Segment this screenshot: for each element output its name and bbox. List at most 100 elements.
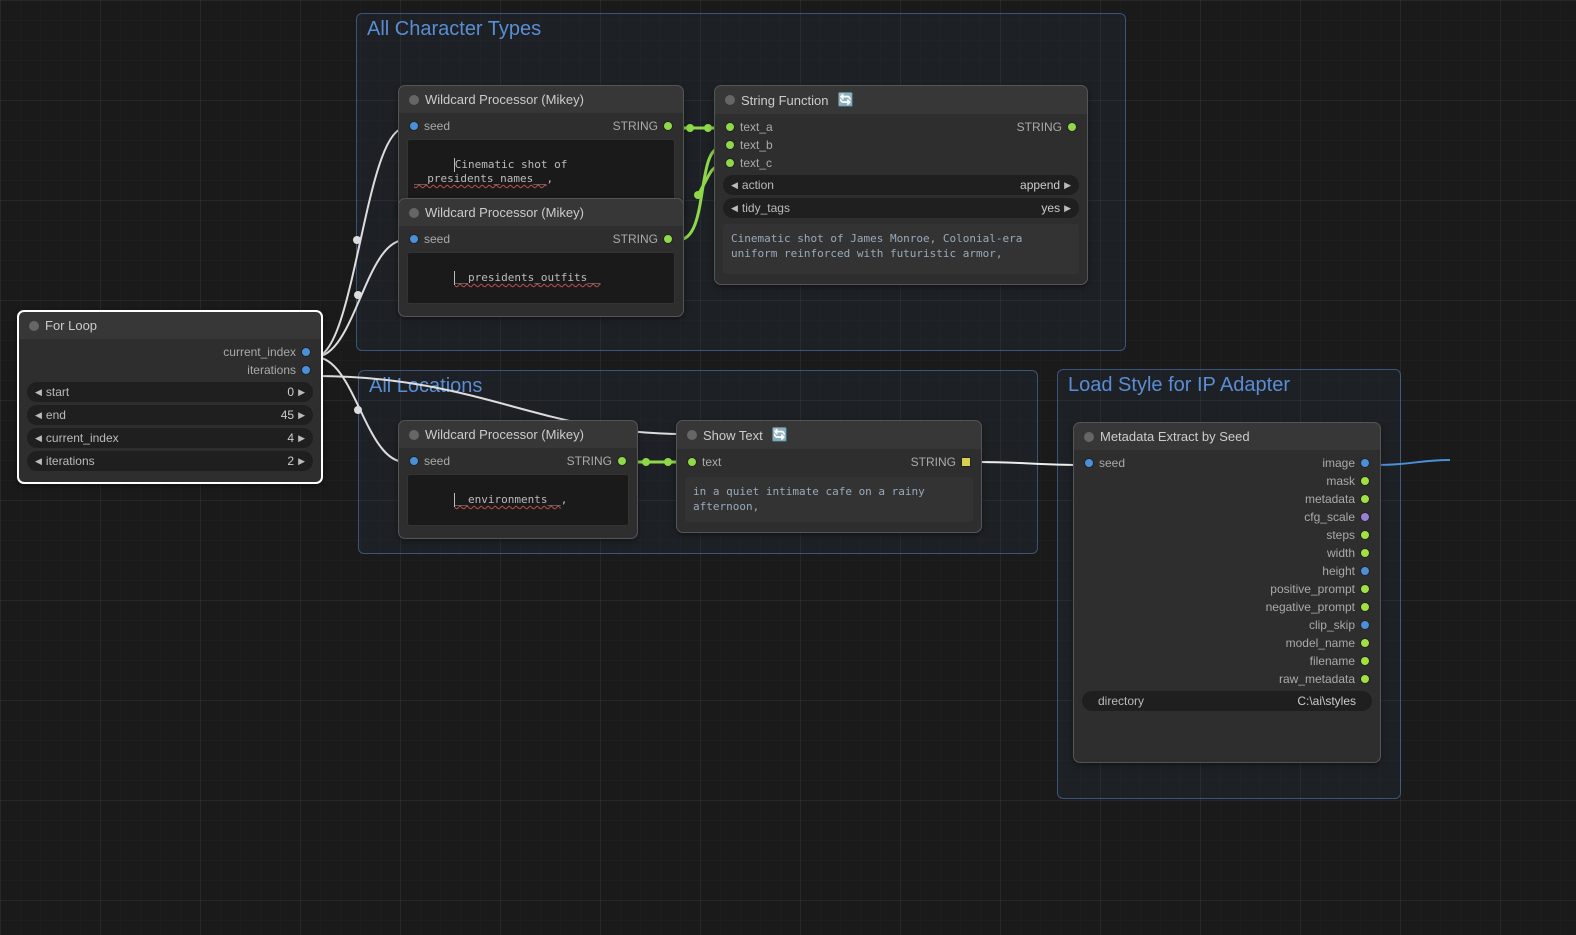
output-port-iterations[interactable] [301,365,311,375]
chevron-left-icon[interactable]: ◀ [731,203,738,214]
chevron-right-icon[interactable]: ▶ [298,387,305,398]
node-collapse-icon[interactable] [687,430,697,440]
output-port-clip-skip[interactable] [1360,620,1370,630]
node-title: Wildcard Processor (Mikey) [425,205,584,220]
output-label-string: STRING [567,454,612,468]
output-port-model-name[interactable] [1360,638,1370,648]
node-collapse-icon[interactable] [725,95,735,105]
output-port-steps[interactable] [1360,530,1370,540]
chevron-right-icon[interactable]: ▶ [298,456,305,467]
output-port-current-index[interactable] [301,347,311,357]
output-label-model-name: model_name [1286,636,1355,650]
output-port-string[interactable] [663,121,673,131]
chevron-left-icon[interactable]: ◀ [35,387,42,398]
node-title: For Loop [45,318,97,333]
wildcard-text-input[interactable]: Cinematic shot of __presidents_names__, [407,139,675,204]
node-title: String Function [741,93,828,108]
output-port-string[interactable] [961,457,971,467]
node-collapse-icon[interactable] [409,430,419,440]
input-label-seed: seed [424,232,450,246]
node-collapse-icon[interactable] [29,321,39,331]
chevron-left-icon[interactable]: ◀ [35,410,42,421]
input-port-seed[interactable] [1084,458,1094,468]
output-port-image[interactable] [1360,458,1370,468]
input-label-text-b: text_b [740,138,773,152]
widget-start[interactable]: ◀ start 0 ▶ [27,382,313,402]
chevron-left-icon[interactable]: ◀ [35,456,42,467]
widget-end[interactable]: ◀ end 45 ▶ [27,405,313,425]
output-label-iterations: iterations [247,363,296,377]
node-title: Show Text [703,428,763,443]
output-label-current-index: current_index [223,345,296,359]
output-label-raw-metadata: raw_metadata [1279,672,1355,686]
output-port-metadata[interactable] [1360,494,1370,504]
input-port-seed[interactable] [409,234,419,244]
input-label-seed: seed [424,119,450,133]
group-title: All Character Types [367,18,541,41]
widget-action[interactable]: ◀ action append ▶ [723,175,1079,195]
widget-current-index[interactable]: ◀ current_index 4 ▶ [27,428,313,448]
input-port-text-c[interactable] [725,158,735,168]
show-text-preview: in a quiet intimate cafe on a rainy afte… [685,477,973,522]
output-port-width[interactable] [1360,548,1370,558]
output-label-width: width [1327,546,1355,560]
node-show-text[interactable]: Show Text 🔄 text STRING in a quiet intim… [676,420,982,533]
output-label-string: STRING [613,119,658,133]
chevron-right-icon[interactable]: ▶ [298,410,305,421]
widget-iterations[interactable]: ◀ iterations 2 ▶ [27,451,313,471]
input-label-text-a: text_a [740,120,773,134]
wildcard-text-input[interactable]: __environments__, [407,474,629,526]
output-label-string: STRING [911,455,956,469]
node-title: Metadata Extract by Seed [1100,429,1250,444]
wildcard-text-input[interactable]: __presidents_outfits__ [407,252,675,304]
string-preview: Cinematic shot of James Monroe, Colonial… [723,224,1079,274]
output-label-metadata: metadata [1305,492,1355,506]
input-label-text: text [702,455,721,469]
node-metadata-extract[interactable]: Metadata Extract by Seed seed image mask… [1073,422,1381,763]
output-port-string[interactable] [1067,122,1077,132]
output-port-cfg-scale[interactable] [1360,512,1370,522]
node-collapse-icon[interactable] [409,95,419,105]
node-wildcard-processor-3[interactable]: Wildcard Processor (Mikey) seed STRING _… [398,420,638,539]
widget-directory[interactable]: directory C:\ai\styles [1082,691,1372,711]
input-port-text-b[interactable] [725,140,735,150]
chevron-left-icon[interactable]: ◀ [35,433,42,444]
output-label-string: STRING [613,232,658,246]
output-label-cfg-scale: cfg_scale [1304,510,1355,524]
chevron-right-icon[interactable]: ▶ [1064,180,1071,191]
output-label-height: height [1322,564,1355,578]
input-port-text-a[interactable] [725,122,735,132]
input-port-seed[interactable] [409,121,419,131]
output-label-mask: mask [1326,474,1355,488]
node-collapse-icon[interactable] [1084,432,1094,442]
group-title: Load Style for IP Adapter [1068,374,1290,397]
output-label-negative-prompt: negative_prompt [1266,600,1355,614]
node-title: Wildcard Processor (Mikey) [425,92,584,107]
recycle-icon: 🔄 [837,92,853,108]
output-label-steps: steps [1326,528,1355,542]
output-port-positive-prompt[interactable] [1360,584,1370,594]
recycle-icon: 🔄 [772,427,788,443]
output-port-negative-prompt[interactable] [1360,602,1370,612]
output-label-positive-prompt: positive_prompt [1270,582,1355,596]
chevron-right-icon[interactable]: ▶ [1064,203,1071,214]
node-string-function[interactable]: String Function 🔄 text_a STRING text_b t… [714,85,1088,285]
chevron-right-icon[interactable]: ▶ [298,433,305,444]
input-port-text[interactable] [687,457,697,467]
node-collapse-icon[interactable] [409,208,419,218]
chevron-left-icon[interactable]: ◀ [731,180,738,191]
output-port-string[interactable] [617,456,627,466]
node-title: Wildcard Processor (Mikey) [425,427,584,442]
output-port-raw-metadata[interactable] [1360,674,1370,684]
input-port-seed[interactable] [409,456,419,466]
output-port-filename[interactable] [1360,656,1370,666]
input-label-seed: seed [1099,456,1125,470]
input-label-text-c: text_c [740,156,772,170]
output-port-mask[interactable] [1360,476,1370,486]
node-wildcard-processor-2[interactable]: Wildcard Processor (Mikey) seed STRING _… [398,198,684,317]
output-port-height[interactable] [1360,566,1370,576]
output-port-string[interactable] [663,234,673,244]
node-for-loop[interactable]: For Loop current_index iterations ◀ star… [17,310,323,484]
widget-tidy-tags[interactable]: ◀ tidy_tags yes ▶ [723,198,1079,218]
output-label-filename: filename [1310,654,1355,668]
